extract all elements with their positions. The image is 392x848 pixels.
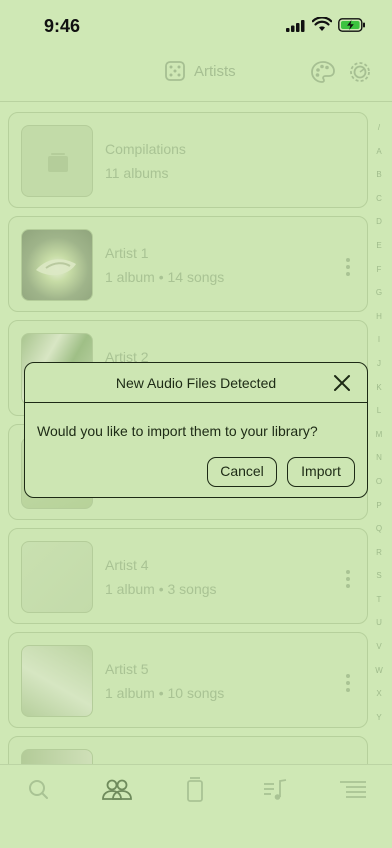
index-letter[interactable]: V xyxy=(372,635,386,659)
tab-artists-icon[interactable] xyxy=(100,775,134,805)
index-letter[interactable]: B xyxy=(372,163,386,187)
index-letter[interactable]: O xyxy=(372,470,386,494)
more-options-icon[interactable] xyxy=(345,673,351,693)
status-bar: 9:46 xyxy=(0,0,392,50)
artist-row[interactable]: Artist 5 1 album • 10 songs xyxy=(8,632,368,728)
more-options-icon[interactable] xyxy=(345,569,351,589)
index-letter[interactable]: U xyxy=(372,611,386,635)
artist-artwork xyxy=(21,229,93,301)
index-letter[interactable]: W xyxy=(372,659,386,683)
index-letter[interactable]: C xyxy=(372,187,386,211)
dice-icon[interactable] xyxy=(164,60,186,82)
index-letter[interactable]: M xyxy=(372,423,386,447)
artist-meta: 1 album • 3 songs xyxy=(105,581,217,597)
artist-meta: 11 albums xyxy=(105,165,169,181)
artist-name: Compilations xyxy=(105,141,186,157)
index-letter[interactable]: N xyxy=(372,446,386,470)
index-letter[interactable]: K xyxy=(372,376,386,400)
index-letter[interactable]: Q xyxy=(372,517,386,541)
palette-icon[interactable] xyxy=(310,60,336,84)
tab-songs-icon[interactable] xyxy=(258,775,292,805)
artist-row[interactable]: Artist 1 1 album • 14 songs xyxy=(8,216,368,312)
artist-meta: 1 album • 10 songs xyxy=(105,685,225,701)
page-title-label: Artists xyxy=(194,62,236,80)
settings-gear-icon[interactable] xyxy=(348,60,372,84)
index-letter[interactable]: H xyxy=(372,305,386,329)
index-letter[interactable]: G xyxy=(372,281,386,305)
artist-row[interactable]: Artist 4 1 album • 3 songs xyxy=(8,528,368,624)
index-letter[interactable]: R xyxy=(372,541,386,565)
alphabet-index[interactable]: / A B C D E F G H I J K L M N O P Q R S … xyxy=(372,116,386,729)
artist-artwork xyxy=(21,541,93,613)
tab-albums-icon[interactable] xyxy=(178,775,212,805)
index-letter[interactable]: P xyxy=(372,494,386,518)
import-dialog: New Audio Files Detected Would you like … xyxy=(24,362,368,498)
wifi-icon xyxy=(312,17,332,31)
index-letter[interactable]: J xyxy=(372,352,386,376)
index-letter[interactable]: Y xyxy=(372,706,386,730)
compilations-artwork xyxy=(21,125,93,197)
app-header: Artists xyxy=(0,50,392,102)
tab-playlists-icon[interactable] xyxy=(336,775,370,805)
index-letter[interactable]: E xyxy=(372,234,386,258)
artist-name: Artist 5 xyxy=(105,661,149,677)
artist-meta: 1 album • 14 songs xyxy=(105,269,225,285)
index-letter[interactable]: / xyxy=(372,116,386,140)
battery-charging-icon xyxy=(338,18,365,32)
index-letter[interactable]: A xyxy=(372,140,386,164)
dialog-title: New Audio Files Detected xyxy=(25,363,367,403)
index-letter[interactable]: X xyxy=(372,682,386,706)
cancel-button[interactable]: Cancel xyxy=(207,457,277,487)
close-icon[interactable] xyxy=(331,372,353,394)
index-letter[interactable]: S xyxy=(372,564,386,588)
index-letter[interactable]: F xyxy=(372,258,386,282)
index-letter[interactable]: D xyxy=(372,210,386,234)
artist-name: Artist 4 xyxy=(105,557,149,573)
tab-bar xyxy=(0,764,392,848)
index-letter[interactable]: L xyxy=(372,399,386,423)
status-time: 9:46 xyxy=(44,16,81,36)
tab-search-icon[interactable] xyxy=(22,775,56,805)
more-options-icon[interactable] xyxy=(345,257,351,277)
stack-icon xyxy=(48,153,68,172)
artist-artwork xyxy=(21,645,93,717)
import-button[interactable]: Import xyxy=(287,457,355,487)
page-title: Artists xyxy=(164,60,236,82)
cellular-signal-icon xyxy=(286,20,305,32)
artist-row-compilations[interactable]: Compilations 11 albums xyxy=(8,112,368,208)
index-letter[interactable]: I xyxy=(372,328,386,352)
abstract-art-icon xyxy=(36,259,76,276)
artist-name: Artist 1 xyxy=(105,245,149,261)
index-letter[interactable]: T xyxy=(372,588,386,612)
dialog-message: Would you like to import them to your li… xyxy=(37,423,318,439)
